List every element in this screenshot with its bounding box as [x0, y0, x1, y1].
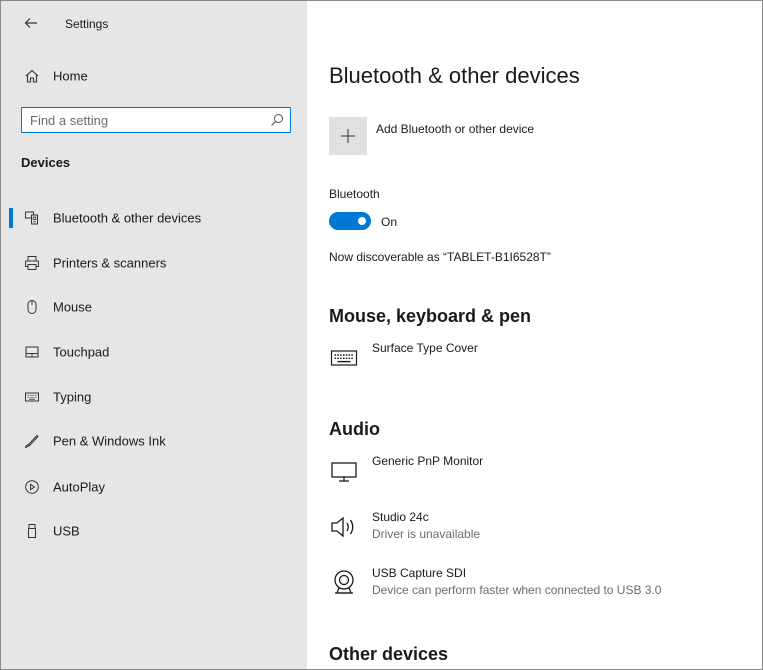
device-status: Driver is unavailable — [372, 527, 481, 541]
bluetooth-toggle-state: On — [381, 215, 398, 229]
add-device-label: Add Bluetooth or other device — [376, 122, 535, 136]
device-status: Device can perform faster when connected… — [372, 583, 662, 597]
search-icon[interactable] — [270, 113, 284, 127]
sidebar-item-label: Mouse — [53, 299, 93, 315]
sidebar-item-mouse[interactable]: Mouse — [1, 287, 307, 327]
section-heading-other-devices: Other devices — [329, 644, 449, 664]
main-content: Bluetooth & other devices Add Bluetooth … — [307, 1, 762, 669]
discoverable-text: Now discoverable as “TABLET-B1I6528T” — [329, 250, 551, 264]
sidebar-item-label: Pen & Windows Ink — [53, 433, 166, 449]
webcam-icon — [329, 568, 359, 598]
mouse-icon — [23, 298, 41, 316]
device-name: Studio 24c — [372, 510, 429, 524]
device-usb-capture-sdi[interactable]: USB Capture SDI Device can perform faste… — [329, 566, 749, 610]
toggle-knob — [358, 217, 366, 225]
window-title: Settings — [65, 17, 109, 31]
usb-icon — [23, 522, 41, 540]
touchpad-icon — [23, 343, 41, 361]
search-input[interactable] — [22, 108, 262, 132]
device-surface-type-cover[interactable]: Surface Type Cover — [329, 341, 749, 385]
keyboard-icon — [23, 388, 41, 406]
bluetooth-toggle[interactable] — [329, 212, 371, 230]
sidebar-item-home[interactable]: Home — [1, 56, 307, 96]
plus-tile[interactable] — [329, 117, 367, 155]
section-heading-mouse-keyboard-pen: Mouse, keyboard & pen — [329, 306, 532, 326]
sidebar-item-label: Printers & scanners — [53, 255, 167, 271]
sidebar-item-autoplay[interactable]: AutoPlay — [1, 467, 307, 507]
bluetooth-devices-icon — [23, 209, 41, 227]
section-heading-devices: Devices — [21, 155, 71, 170]
search-box[interactable] — [21, 107, 291, 133]
bluetooth-label: Bluetooth — [329, 187, 380, 201]
back-arrow-icon — [24, 18, 37, 28]
sidebar-item-usb[interactable]: USB — [1, 511, 307, 551]
title-bar: Settings — [1, 1, 307, 45]
plus-icon — [341, 129, 355, 143]
sidebar: Settings Home Devices — [1, 1, 307, 669]
device-generic-pnp-monitor[interactable]: Generic PnP Monitor — [329, 454, 749, 498]
settings-window: Settings Home Devices — [0, 0, 763, 670]
home-icon — [23, 67, 41, 85]
sidebar-item-label: Typing — [53, 389, 92, 405]
monitor-icon — [329, 456, 359, 486]
autoplay-icon — [23, 478, 41, 496]
sidebar-item-label: USB — [53, 523, 80, 539]
sidebar-item-label: Bluetooth & other devices — [53, 210, 202, 226]
device-studio-24c[interactable]: Studio 24c Driver is unavailable — [329, 510, 749, 554]
sidebar-item-pen[interactable]: Pen & Windows Ink — [1, 421, 307, 461]
back-button[interactable] — [19, 11, 43, 35]
page-title: Bluetooth & other devices — [329, 63, 580, 88]
sidebar-item-label: Home — [53, 68, 88, 84]
sidebar-item-printers[interactable]: Printers & scanners — [1, 243, 307, 283]
sidebar-item-touchpad[interactable]: Touchpad — [1, 332, 307, 372]
sidebar-item-typing[interactable]: Typing — [1, 377, 307, 417]
sidebar-item-bluetooth[interactable]: Bluetooth & other devices — [1, 198, 307, 238]
printer-icon — [23, 254, 41, 272]
sidebar-item-label: AutoPlay — [53, 479, 106, 495]
device-name: Generic PnP Monitor — [372, 454, 484, 468]
device-name: USB Capture SDI — [372, 566, 467, 580]
pen-icon — [23, 432, 41, 450]
sidebar-item-label: Touchpad — [53, 344, 110, 360]
add-device-button[interactable]: Add Bluetooth or other device — [329, 117, 629, 157]
section-heading-audio: Audio — [329, 419, 380, 439]
keyboard-icon — [329, 343, 359, 373]
device-name: Surface Type Cover — [372, 341, 478, 355]
speaker-icon — [329, 512, 359, 542]
